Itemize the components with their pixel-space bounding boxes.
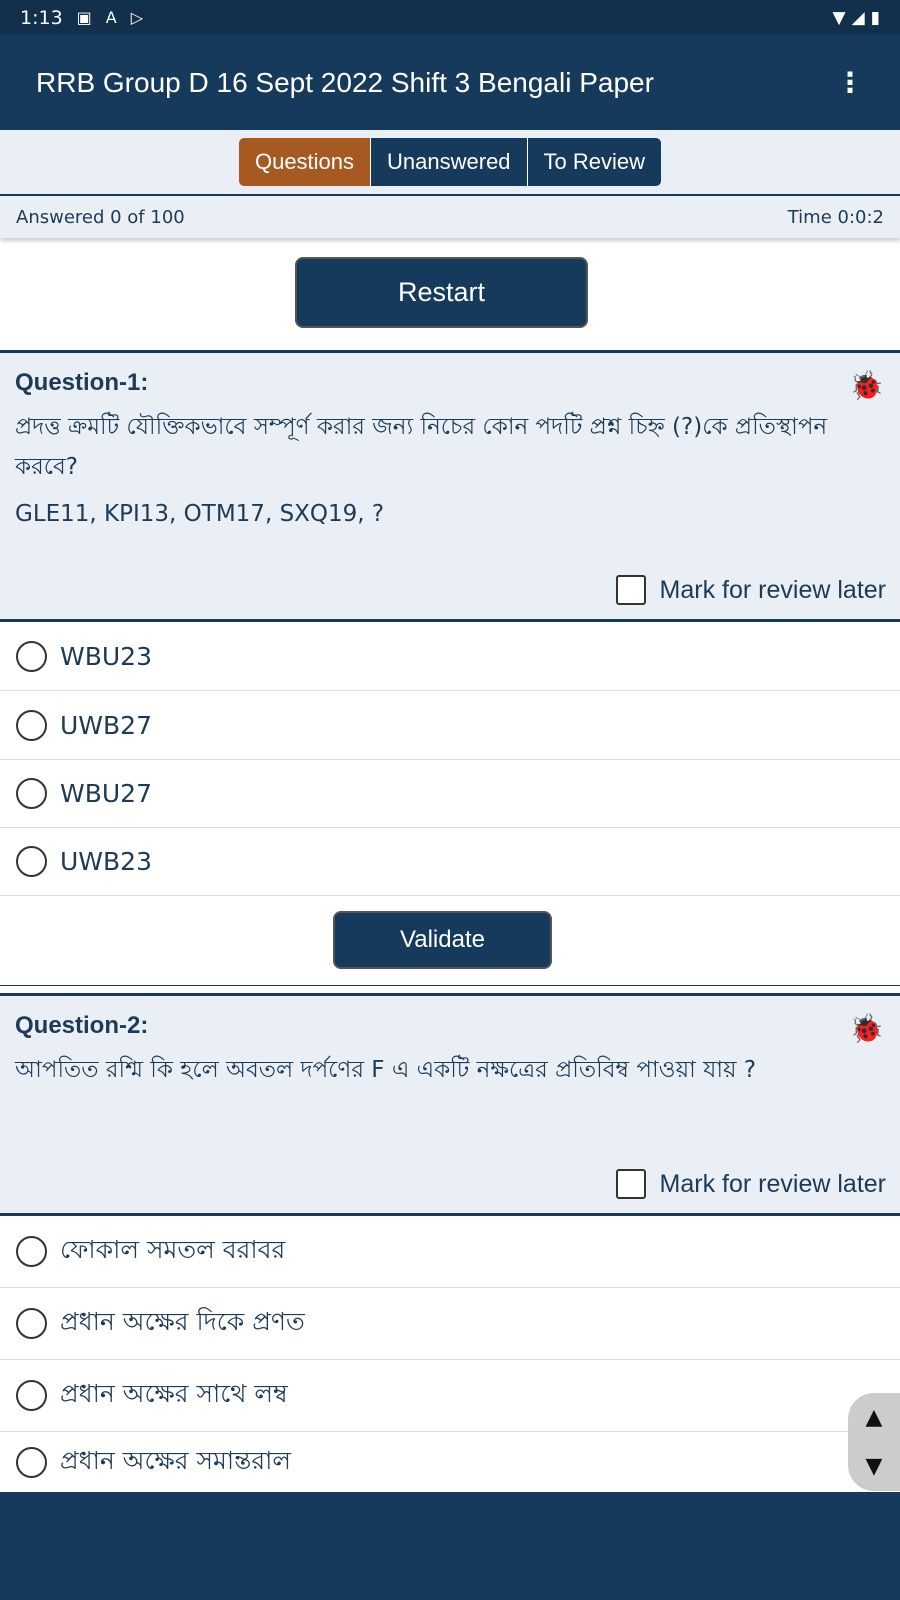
divider <box>0 985 900 986</box>
question-2: Question-2: 🐞 আপতিত রশ্মি কি হলে অবতল দর… <box>0 993 900 1216</box>
option[interactable]: WBU27 <box>0 760 900 828</box>
play-store-icon: ▷ <box>130 8 144 27</box>
tab-to-review[interactable]: To Review <box>527 138 662 186</box>
option-label: প্রধান অক্ষের সমান্তরাল <box>60 1445 291 1475</box>
question-text: আপতিত রশ্মি কি হলে অবতল দর্পণের F এ একটি… <box>15 1057 757 1083</box>
status-bar: 1:13 ▣ A ▷ ▼ ◢ ▮ <box>0 0 900 35</box>
question-title: Question-1: <box>15 369 149 396</box>
page-title: RRB Group D 16 Sept 2022 Shift 3 Bengali… <box>36 66 654 98</box>
mark-review-label: Mark for review later <box>659 575 886 604</box>
option-label: WBU27 <box>60 779 152 808</box>
option-label: প্রধান অক্ষের দিকে প্রণত <box>60 1307 305 1336</box>
bug-report-icon[interactable]: 🐞 <box>849 369 884 402</box>
scroll-controls: ▲ ▼ <box>848 1393 900 1491</box>
option-label: UWB23 <box>60 847 152 876</box>
option[interactable]: প্রধান অক্ষের সমান্তরাল <box>0 1432 900 1492</box>
option[interactable]: UWB23 <box>0 828 900 896</box>
question-1: Question-1: 🐞 প্রদত্ত ক্রমটি যৌক্তিকভাবে… <box>0 350 900 622</box>
radio-button[interactable] <box>16 709 47 741</box>
question-sequence: GLE11, KPI13, OTM17, SXQ19, ? <box>15 501 385 527</box>
radio-button[interactable] <box>16 1236 47 1267</box>
radio-button[interactable] <box>16 1308 47 1339</box>
tab-questions[interactable]: Questions <box>238 138 372 186</box>
radio-button[interactable] <box>16 846 47 877</box>
question-title: Question-2: <box>15 1012 149 1039</box>
radio-button[interactable] <box>16 1446 47 1478</box>
option-label: UWB27 <box>60 710 152 740</box>
scroll-up-icon[interactable]: ▲ <box>866 1405 883 1430</box>
checkbox[interactable] <box>615 1169 646 1199</box>
option[interactable]: ফোকাল সমতল বরাবর <box>0 1216 900 1288</box>
question-text: প্রদত্ত ক্রমটি যৌক্তিকভাবে সম্পূর্ণ করার… <box>15 414 828 480</box>
bottom-bar <box>0 1492 900 1600</box>
timer: Time 0:0:2 <box>787 206 884 228</box>
option[interactable]: প্রধান অক্ষের সাথে লম্ব <box>0 1360 900 1432</box>
progress-info: Answered 0 of 100 Time 0:0:2 <box>0 196 900 238</box>
battery-icon: ▮ <box>870 7 880 28</box>
mark-review-checkbox[interactable]: Mark for review later <box>615 1169 886 1199</box>
mark-review-checkbox[interactable]: Mark for review later <box>615 575 886 605</box>
font-icon: A <box>105 8 117 27</box>
image-icon: ▣ <box>76 8 92 27</box>
tab-unanswered[interactable]: Unanswered <box>371 138 528 186</box>
mark-review-label: Mark for review later <box>659 1169 886 1198</box>
option-label: WBU23 <box>60 641 152 671</box>
signal-icon: ◢ <box>851 7 865 28</box>
more-vert-icon[interactable]: ⋮ <box>836 66 864 99</box>
scroll-down-icon[interactable]: ▼ <box>866 1454 883 1479</box>
option[interactable]: প্রধান অক্ষের দিকে প্রণত <box>0 1288 900 1360</box>
radio-button[interactable] <box>16 640 47 672</box>
validate-button[interactable]: Validate <box>333 911 552 969</box>
app-bar: RRB Group D 16 Sept 2022 Shift 3 Bengali… <box>0 35 900 130</box>
option-label: প্রধান অক্ষের সাথে লম্ব <box>60 1379 288 1408</box>
radio-button[interactable] <box>16 778 47 809</box>
restart-button[interactable]: Restart <box>295 257 588 328</box>
radio-button[interactable] <box>16 1380 47 1411</box>
wifi-icon: ▼ <box>832 7 846 28</box>
option[interactable]: UWB27 <box>0 691 900 760</box>
tab-bar: Questions Unanswered To Review <box>0 130 900 196</box>
checkbox[interactable] <box>615 575 646 605</box>
option-label: ফোকাল সমতল বরাবর <box>60 1235 286 1264</box>
bug-report-icon[interactable]: 🐞 <box>849 1012 884 1045</box>
answered-count: Answered 0 of 100 <box>16 206 185 228</box>
clock: 1:13 <box>20 6 63 29</box>
option[interactable]: WBU23 <box>0 622 900 691</box>
